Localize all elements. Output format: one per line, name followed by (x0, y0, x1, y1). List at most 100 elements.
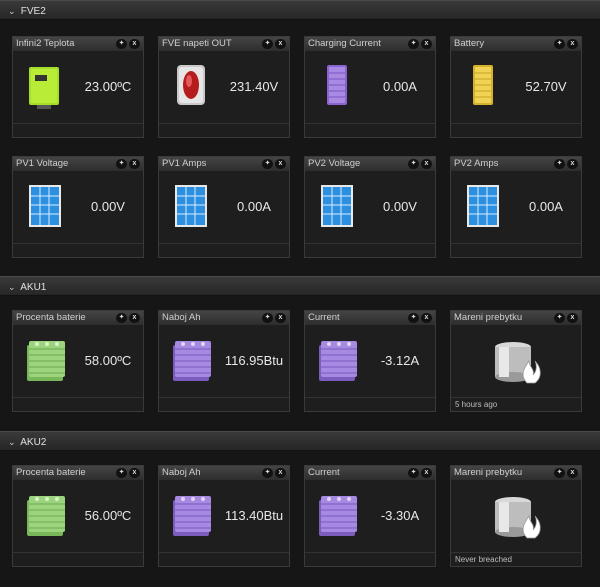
widget-naboj-ah: Naboj Ah ✦ x 116.95Btu (158, 310, 290, 412)
close-icon[interactable]: x (421, 468, 432, 478)
configure-icon[interactable]: ✦ (262, 468, 273, 478)
close-icon[interactable]: x (421, 39, 432, 49)
configure-icon[interactable]: ✦ (116, 313, 127, 323)
widget-value: 116.95Btu (224, 353, 284, 368)
close-icon[interactable]: x (275, 468, 286, 478)
widget-value: 0.00V (383, 199, 417, 214)
widget-procenta-baterie: Procenta baterie ✦ x 56.00ºC (12, 465, 144, 567)
close-icon[interactable]: x (275, 313, 286, 323)
configure-icon[interactable]: ✦ (262, 313, 273, 323)
widget-title: Procenta baterie (16, 312, 86, 323)
close-icon[interactable]: x (567, 313, 578, 323)
chevron-down-icon[interactable]: ⌄ (8, 1, 18, 21)
close-icon[interactable]: x (567, 39, 578, 49)
section-header[interactable]: ⌄ FVE2 (0, 0, 600, 20)
solar-panel-icon (321, 185, 353, 227)
widget-value: -3.30A (380, 508, 420, 523)
section-aku2: ⌄ AKU2 Procenta baterie ✦ x 56.00ºC Nabo… (0, 431, 600, 587)
widget-value: 113.40Btu (224, 508, 284, 523)
battery-pack-purple-icon (173, 341, 211, 381)
configure-icon[interactable]: ✦ (262, 39, 273, 49)
section-header[interactable]: ⌄ AKU1 (0, 276, 600, 296)
widget-footer (451, 123, 581, 137)
power-switch-icon (177, 65, 205, 105)
close-icon[interactable]: x (567, 159, 578, 169)
widget-footer (159, 397, 289, 411)
section-title: AKU1 (20, 282, 47, 293)
widget-value: 56.00ºC (84, 508, 132, 523)
configure-icon[interactable]: ✦ (116, 39, 127, 49)
configure-icon[interactable]: ✦ (116, 159, 127, 169)
configure-icon[interactable]: ✦ (262, 159, 273, 169)
widget-title: PV1 Amps (162, 158, 207, 169)
widget-footer (159, 552, 289, 566)
close-icon[interactable]: x (275, 159, 286, 169)
widget-title: Battery (454, 38, 485, 49)
configure-icon[interactable]: ✦ (554, 159, 565, 169)
configure-icon[interactable]: ✦ (554, 39, 565, 49)
close-icon[interactable]: x (129, 159, 140, 169)
configure-icon[interactable]: ✦ (408, 39, 419, 49)
battery-pack-purple-icon (319, 341, 357, 381)
configure-icon[interactable]: ✦ (554, 468, 565, 478)
widget-title: Mareni prebytku (454, 312, 523, 323)
widget-footer (13, 397, 143, 411)
widget-title: Procenta baterie (16, 467, 86, 478)
widget-title: PV1 Voltage (16, 158, 69, 169)
widget-footer (305, 123, 435, 137)
widget-footer (13, 552, 143, 566)
widget-value: 0.00A (237, 199, 271, 214)
widget-infini2-teplota: Infini2 Teplota ✦ x 23.00ºC (12, 36, 144, 138)
flame-heater-icon (495, 497, 541, 539)
widget-value: 58.00ºC (84, 353, 132, 368)
configure-icon[interactable]: ✦ (408, 468, 419, 478)
widget-footer (159, 123, 289, 137)
close-icon[interactable]: x (129, 468, 140, 478)
widget-title: Naboj Ah (162, 312, 201, 323)
close-icon[interactable]: x (421, 159, 432, 169)
battery-pack-purple-icon (319, 496, 357, 536)
widget-pv1-voltage: PV1 Voltage ✦ x 0.00V (12, 156, 144, 258)
close-icon[interactable]: x (421, 313, 432, 323)
widget-pv1-amps: PV1 Amps ✦ x 0.00A (158, 156, 290, 258)
widget-value: 0.00A (383, 79, 417, 94)
widget-title: Current (308, 312, 340, 323)
section-header[interactable]: ⌄ AKU2 (0, 431, 600, 451)
widget-current: Current ✦ x -3.30A (304, 465, 436, 567)
widget-value: 0.00A (529, 199, 563, 214)
battery-pack-green-icon (27, 496, 65, 536)
widget-footer (13, 123, 143, 137)
battery-pack-green-icon (27, 341, 65, 381)
section-aku1: ⌄ AKU1 Procenta baterie ✦ x 58.00ºC Nabo… (0, 276, 600, 431)
widget-charging-current: Charging Current ✦ x 0.00A (304, 36, 436, 138)
widget-fve-napeti-out: FVE napeti OUT ✦ x 231.40V (158, 36, 290, 138)
section-title: FVE2 (20, 6, 46, 17)
widget-value: 0.00V (91, 199, 125, 214)
widget-value: -3.12A (380, 353, 420, 368)
widget-mareni-prebytku: Mareni prebytku ✦ x 5 hours ago (450, 310, 582, 412)
chevron-down-icon[interactable]: ⌄ (8, 277, 18, 297)
widget-footer (159, 243, 289, 257)
configure-icon[interactable]: ✦ (554, 313, 565, 323)
configure-icon[interactable]: ✦ (408, 159, 419, 169)
configure-icon[interactable]: ✦ (116, 468, 127, 478)
widget-footer (305, 397, 435, 411)
widget-footer: 5 hours ago (451, 397, 581, 411)
close-icon[interactable]: x (567, 468, 578, 478)
widget-battery: Battery ✦ x 52.70V (450, 36, 582, 138)
widget-value: 231.40V (229, 79, 279, 94)
configure-icon[interactable]: ✦ (408, 313, 419, 323)
close-icon[interactable]: x (129, 39, 140, 49)
battery-pack-purple-icon (173, 496, 211, 536)
close-icon[interactable]: x (275, 39, 286, 49)
widget-mareni-prebytku: Mareni prebytku ✦ x Never breached (450, 465, 582, 567)
chevron-down-icon[interactable]: ⌄ (8, 432, 18, 452)
widget-pv2-voltage: PV2 Voltage ✦ x 0.00V (304, 156, 436, 258)
widget-naboj-ah: Naboj Ah ✦ x 113.40Btu (158, 465, 290, 567)
widget-title: Mareni prebytku (454, 467, 523, 478)
solar-panel-icon (29, 185, 61, 227)
widget-footer (305, 552, 435, 566)
section-fve2: ⌄ FVE2 Infini2 Teplota ✦ x 23.00ºC FVE nap… (0, 0, 600, 276)
close-icon[interactable]: x (129, 313, 140, 323)
battery-purple-icon (327, 65, 347, 105)
